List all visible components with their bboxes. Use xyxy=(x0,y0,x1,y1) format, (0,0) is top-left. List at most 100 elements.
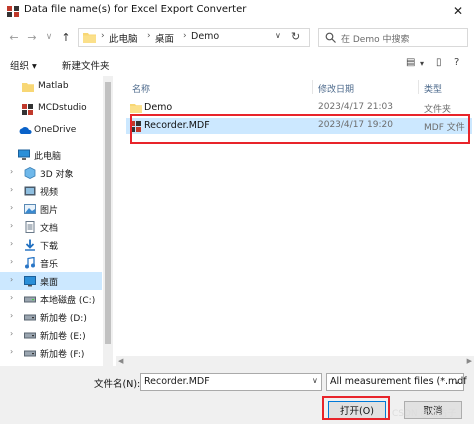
sidebar-item-label: 视频 xyxy=(40,188,59,198)
back-arrow-icon: ← xyxy=(9,30,19,44)
document-icon xyxy=(25,221,35,233)
view-options-icon[interactable]: ▤ xyxy=(406,57,415,68)
column-header-type[interactable]: 类型 xyxy=(424,82,442,95)
breadcrumb-item[interactable]: 此电脑 xyxy=(109,31,138,45)
chevron-right-icon[interactable]: › xyxy=(10,347,13,356)
chevron-right-icon[interactable]: › xyxy=(10,275,13,284)
column-header-date[interactable]: 修改日期 xyxy=(318,82,354,95)
horizontal-scrollbar[interactable]: ◀ ▶ xyxy=(116,356,474,366)
preview-pane-icon[interactable]: ▯ xyxy=(436,57,442,68)
recent-locations-button[interactable]: ∨ xyxy=(42,28,56,46)
sidebar-item-label: 桌面 xyxy=(40,278,59,288)
filename-label: 文件名(N): xyxy=(94,379,141,390)
folder-icon xyxy=(130,104,142,113)
drive-icon xyxy=(24,350,36,357)
sidebar-item-label: Matlab xyxy=(38,81,69,91)
sidebar-item-this-pc[interactable]: 此电脑 xyxy=(0,146,102,164)
sidebar-item-label: 新加卷 (F:) xyxy=(40,350,85,360)
filename-input[interactable]: Recorder.MDF xyxy=(140,373,322,391)
chevron-down-icon[interactable]: ∨ xyxy=(312,376,318,385)
selection-highlight-box xyxy=(130,114,470,144)
drive-icon xyxy=(24,296,36,303)
chevron-right-icon[interactable]: › xyxy=(10,329,13,338)
drive-icon xyxy=(24,314,36,321)
organize-button[interactable]: 组织 ▾ xyxy=(10,58,37,72)
navigation-pane: Matlab MCDstudio OneDrive 此电脑 › 3D 对象 › … xyxy=(0,76,114,366)
sidebar-item-downloads[interactable]: › 下载 xyxy=(0,236,102,254)
sidebar-item-label: 新加卷 (E:) xyxy=(40,332,86,342)
chevron-right-icon[interactable]: › xyxy=(10,185,13,194)
chevron-right-icon[interactable]: › xyxy=(10,257,13,266)
chevron-right-icon[interactable]: › xyxy=(10,311,13,320)
sidebar-item-drive-d[interactable]: › 新加卷 (D:) xyxy=(0,308,102,326)
search-input[interactable]: 在 Demo 中搜索 xyxy=(341,32,409,45)
refresh-icon[interactable]: ↻ xyxy=(291,30,300,43)
chevron-down-icon[interactable]: ∨ xyxy=(275,31,281,40)
forward-button[interactable]: → xyxy=(24,28,40,46)
video-icon xyxy=(24,186,36,196)
sidebar-item-drive-f[interactable]: › 新加卷 (F:) xyxy=(0,344,102,362)
window-title: Data file name(s) for Excel Export Conve… xyxy=(24,4,247,15)
scrollbar-thumb[interactable] xyxy=(105,82,111,344)
navigation-bar: ← → ∨ ↑ › 此电脑 › 桌面 › Demo ∨ ↻ 在 Demo 中搜索 xyxy=(0,24,474,50)
sidebar-item-label: 本地磁盘 (C:) xyxy=(40,296,96,306)
breadcrumb-item[interactable]: 桌面 xyxy=(155,31,174,45)
forward-arrow-icon: → xyxy=(27,30,37,44)
search-icon xyxy=(325,32,336,43)
close-button[interactable]: ✕ xyxy=(446,2,470,20)
chevron-right-icon[interactable]: › xyxy=(10,293,13,302)
sidebar-item-documents[interactable]: › 文档 xyxy=(0,218,102,236)
search-box[interactable]: 在 Demo 中搜索 xyxy=(318,28,468,47)
chevron-right-icon[interactable]: › xyxy=(10,203,13,212)
sidebar-item-music[interactable]: › 音乐 xyxy=(0,254,102,272)
file-name: Demo xyxy=(144,102,173,113)
up-button[interactable]: ↑ xyxy=(58,28,74,46)
title-bar: Data file name(s) for Excel Export Conve… xyxy=(0,0,474,22)
new-folder-button[interactable]: 新建文件夹 xyxy=(62,58,110,72)
sidebar-item-matlab[interactable]: Matlab xyxy=(0,78,102,96)
sidebar-item-desktop[interactable]: › 桌面 xyxy=(0,272,102,290)
command-bar: 组织 ▾ 新建文件夹 ▤ ▾ ▯ ? xyxy=(0,54,474,76)
chevron-right-icon[interactable]: › xyxy=(10,221,13,230)
sidebar-item-drive-e[interactable]: › 新加卷 (E:) xyxy=(0,326,102,344)
column-separator[interactable] xyxy=(418,80,419,94)
chevron-down-icon: ∨ xyxy=(454,377,460,386)
sidebar-item-onedrive[interactable]: OneDrive xyxy=(0,122,102,140)
sidebar-item-label: 音乐 xyxy=(40,260,59,270)
picture-icon xyxy=(24,204,36,214)
column-header-name[interactable]: 名称 xyxy=(132,82,150,95)
cube-icon xyxy=(24,167,36,179)
folder-icon xyxy=(22,83,34,92)
filetype-select[interactable]: All measurement files (*.mdf ∨ xyxy=(326,373,467,391)
sidebar-item-label: 新加卷 (D:) xyxy=(40,314,87,324)
help-icon[interactable]: ? xyxy=(454,57,459,68)
sidebar-item-pictures[interactable]: › 图片 xyxy=(0,200,102,218)
close-icon: ✕ xyxy=(452,4,464,18)
sidebar-item-label: 文档 xyxy=(40,224,59,234)
download-icon xyxy=(25,239,35,251)
chevron-right-icon[interactable]: › xyxy=(10,167,13,176)
music-icon xyxy=(25,257,35,269)
address-bar[interactable]: › 此电脑 › 桌面 › Demo ∨ ↻ xyxy=(78,28,310,47)
sidebar-item-videos[interactable]: › 视频 xyxy=(0,182,102,200)
breadcrumb-separator: › xyxy=(183,31,187,41)
open-button-highlight-box xyxy=(322,396,390,420)
sidebar-item-drive-c[interactable]: › 本地磁盘 (C:) xyxy=(0,290,102,308)
breadcrumb-separator: › xyxy=(101,31,105,41)
breadcrumb-separator: › xyxy=(147,31,151,41)
sidebar-item-3d-objects[interactable]: › 3D 对象 xyxy=(0,164,102,182)
filetype-value: All measurement files (*.mdf xyxy=(330,376,467,387)
scroll-right-icon[interactable]: ▶ xyxy=(467,357,472,365)
scroll-left-icon[interactable]: ◀ xyxy=(118,357,123,365)
file-date: 2023/4/17 21:03 xyxy=(318,102,393,112)
sidebar-item-label: 3D 对象 xyxy=(40,170,74,180)
up-arrow-icon: ↑ xyxy=(61,30,71,44)
back-button[interactable]: ← xyxy=(6,28,22,46)
chevron-down-icon[interactable]: ▾ xyxy=(420,59,424,68)
breadcrumb-item[interactable]: Demo xyxy=(191,31,219,42)
sidebar-item-mcdstudio[interactable]: MCDstudio xyxy=(0,100,102,118)
app-icon xyxy=(7,6,19,17)
chevron-right-icon[interactable]: › xyxy=(10,239,13,248)
column-separator[interactable] xyxy=(312,80,313,94)
sidebar-scrollbar[interactable] xyxy=(103,76,113,366)
